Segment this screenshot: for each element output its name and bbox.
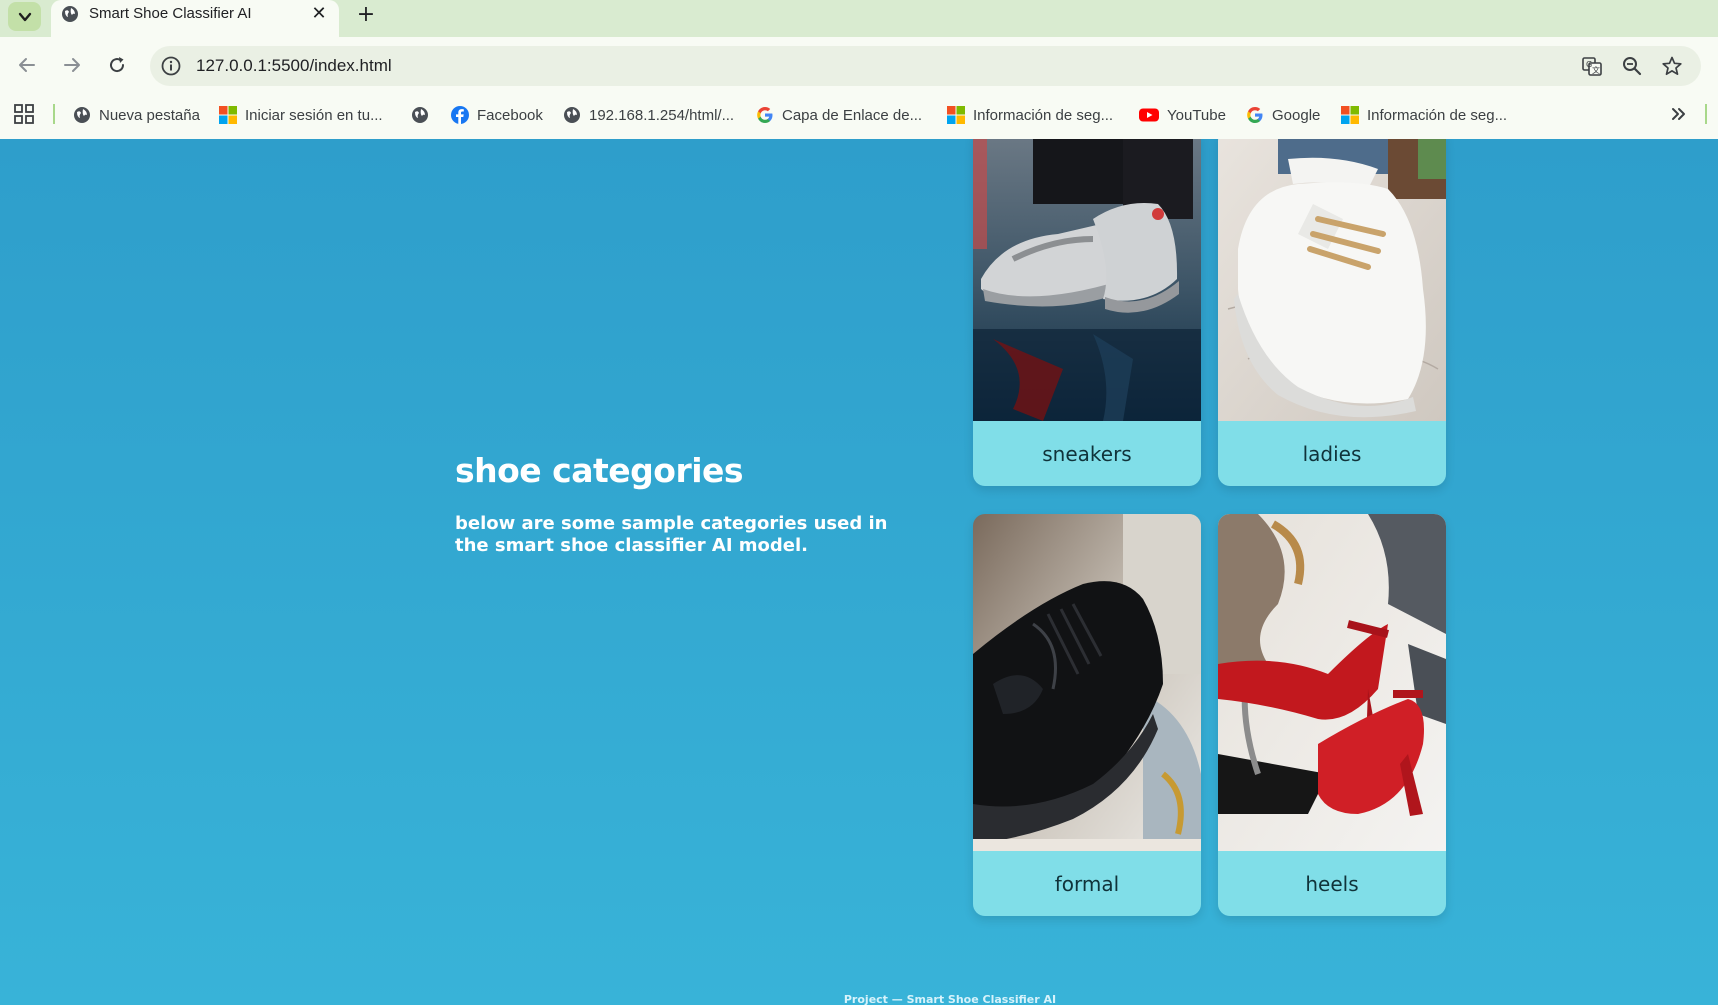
bookmark-label: YouTube (1167, 106, 1226, 124)
browser-toolbar: 127.0.0.1:5500/index.html G文 (0, 37, 1718, 99)
arrow-left-icon (19, 58, 35, 72)
bookmark-iniciar-sesion[interactable]: Iniciar sesión en tu... (219, 103, 383, 127)
category-label: heels (1218, 851, 1446, 916)
bookmark-label: Información de seg... (973, 106, 1114, 124)
bookmark-capa-de-enlace[interactable]: Capa de Enlace de... (756, 103, 922, 127)
ladies-image (1218, 139, 1446, 421)
tab-strip: Smart Shoe Classifier AI ✕ + (0, 0, 1718, 37)
footer-text: Project — Smart Shoe Classifier AI (843, 993, 1057, 1005)
bookmark-google[interactable]: Google (1246, 103, 1320, 127)
formal-image (973, 514, 1201, 851)
bookmark-label: Google (1272, 106, 1321, 124)
new-tab-button[interactable]: + (352, 1, 380, 27)
page-title: shoe categories (455, 451, 744, 490)
tab-search-button[interactable] (8, 2, 41, 31)
youtube-icon (1139, 108, 1159, 122)
close-tab-button[interactable]: ✕ (307, 1, 331, 25)
browser-tab[interactable]: Smart Shoe Classifier AI ✕ (51, 0, 339, 37)
address-bar[interactable]: 127.0.0.1:5500/index.html G文 (150, 46, 1701, 86)
category-card-formal[interactable]: formal (973, 514, 1201, 916)
arrow-right-icon (64, 58, 80, 72)
google-icon (1247, 107, 1263, 123)
category-card-sneakers[interactable]: sneakers (973, 139, 1201, 486)
globe-icon (564, 107, 580, 123)
bookmark-youtube[interactable]: YouTube (1139, 103, 1226, 127)
page-subtitle: below are some sample categories used in… (455, 513, 888, 556)
category-label: formal (973, 851, 1201, 916)
bookmark-label: Facebook (477, 106, 543, 124)
facebook-icon (451, 106, 469, 124)
bookmark-informacion-2[interactable]: Información de seg... (1341, 103, 1507, 127)
apps-grid-icon[interactable] (14, 104, 34, 124)
bookmark-label: Iniciar sesión en tu... (245, 106, 383, 124)
category-label: ladies (1218, 421, 1446, 486)
reload-icon (110, 57, 125, 73)
bookmarks-divider (53, 104, 55, 124)
bookmark-label: 192.168.1.254/html/... (589, 106, 735, 124)
url-text[interactable]: 127.0.0.1:5500/index.html (196, 56, 392, 76)
google-icon (757, 107, 773, 123)
bookmarks-divider-right (1705, 104, 1707, 124)
svg-text:文: 文 (1592, 65, 1600, 75)
microsoft-icon (1341, 106, 1359, 124)
globe-icon (74, 107, 90, 123)
bookmark-informacion-1[interactable]: Información de seg... (947, 103, 1113, 127)
reload-button[interactable] (102, 50, 132, 80)
bookmark-facebook[interactable]: Facebook (451, 103, 543, 127)
translate-icon[interactable]: G文 (1581, 55, 1603, 77)
bookmark-nueva-pestana[interactable]: Nueva pestaña (73, 103, 200, 127)
microsoft-icon (947, 106, 965, 124)
category-label: sneakers (973, 421, 1201, 486)
forward-button[interactable] (57, 50, 87, 80)
microsoft-icon (219, 106, 237, 124)
site-info-icon[interactable] (160, 55, 182, 77)
bookmark-label: Capa de Enlace de... (782, 106, 923, 124)
bookmark-label: Nueva pestaña (99, 106, 200, 124)
bookmark-router[interactable]: 192.168.1.254/html/... (563, 103, 734, 127)
bookmark-label: Información de seg... (1367, 106, 1508, 124)
more-bookmarks-icon[interactable] (1668, 103, 1690, 125)
heels-image (1218, 514, 1446, 851)
category-card-ladies[interactable]: ladies (1218, 139, 1446, 486)
zoom-icon[interactable] (1621, 55, 1643, 77)
tab-title: Smart Shoe Classifier AI (89, 5, 252, 22)
globe-icon (62, 6, 78, 22)
back-button[interactable] (12, 50, 42, 80)
page-viewport: shoe categories below are some sample ca… (0, 139, 1718, 1005)
globe-icon (412, 107, 428, 123)
sneakers-image (973, 139, 1201, 421)
bookmark-globe[interactable] (411, 103, 437, 127)
category-card-heels[interactable]: heels (1218, 514, 1446, 916)
chevron-down-icon (18, 12, 31, 21)
star-icon[interactable] (1661, 55, 1683, 77)
